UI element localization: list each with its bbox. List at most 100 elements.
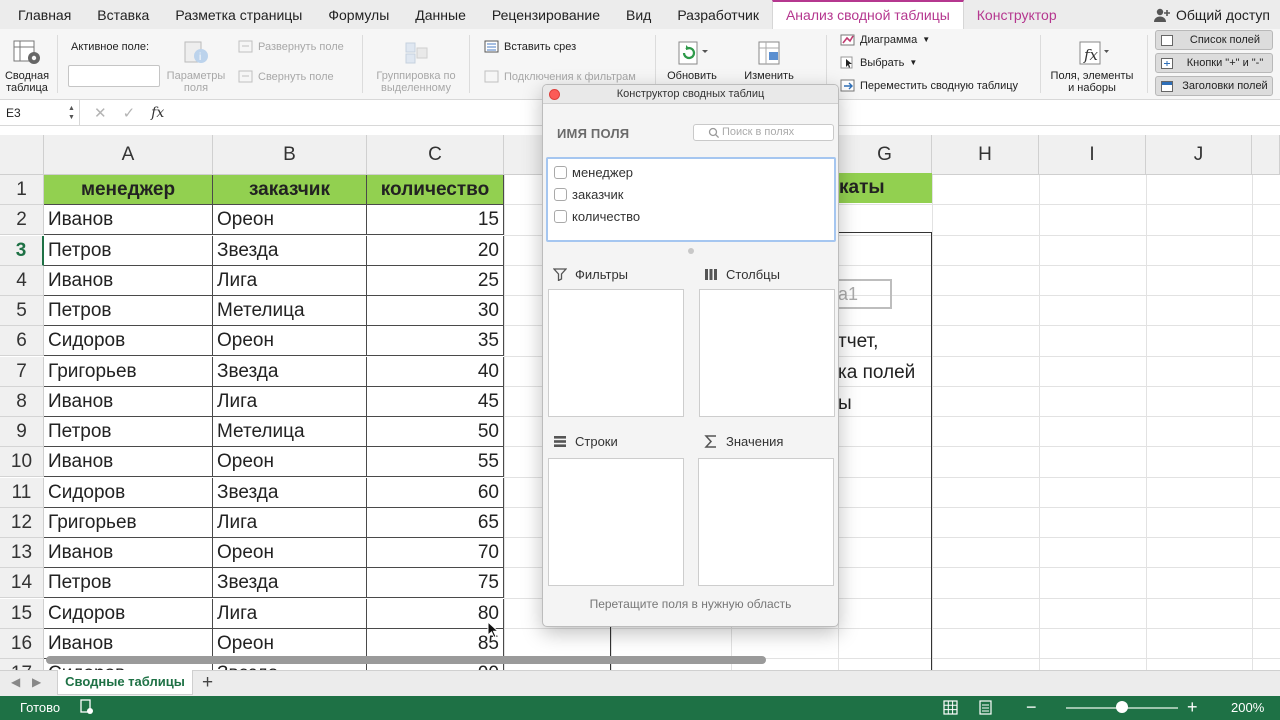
zoom-percentage[interactable]: 200%	[1231, 700, 1264, 715]
table-cell[interactable]: 35	[367, 326, 504, 357]
zoom-slider-knob[interactable]	[1116, 701, 1128, 713]
row-header-2[interactable]: 2	[0, 205, 44, 236]
change-source-button[interactable]: Изменить	[738, 39, 800, 82]
insert-function-icon[interactable]: fx	[151, 105, 164, 121]
move-pivot-button[interactable]: Переместить сводную таблицу	[840, 79, 1018, 92]
table-cell[interactable]: Метелица	[213, 296, 367, 326]
page-layout-view-icon[interactable]	[978, 700, 993, 715]
table-cell[interactable]: Звезда	[213, 356, 367, 387]
name-box-spinner-icon[interactable]: ▲ ▼	[68, 104, 75, 122]
table-cell[interactable]: Ореон	[213, 326, 367, 357]
macro-record-icon[interactable]	[80, 699, 94, 715]
field-checkbox[interactable]	[554, 187, 567, 201]
field-params-button[interactable]: i Параметры поля	[163, 39, 229, 94]
expand-field-button[interactable]: Развернуть поле	[238, 40, 344, 53]
table-header-cell[interactable]: заказчик	[213, 175, 367, 205]
tab-page-layout[interactable]: Разметка страницы	[162, 0, 315, 29]
row-header-9[interactable]: 9	[0, 417, 44, 447]
zoom-out-button[interactable]: −	[1026, 697, 1037, 718]
values-drop-area[interactable]	[698, 458, 834, 586]
sheet-tab-pivot-tables[interactable]: Сводные таблицы	[57, 670, 193, 695]
cancel-icon[interactable]: ✕	[94, 104, 107, 122]
rows-drop-area[interactable]	[548, 458, 684, 586]
sheet-next-arrow-icon[interactable]: ▶	[32, 675, 41, 689]
column-header-h[interactable]: H	[932, 135, 1039, 175]
table-cell[interactable]: 40	[367, 356, 504, 387]
table-cell[interactable]: Лига	[213, 507, 367, 538]
row-header-10[interactable]: 10	[0, 447, 44, 478]
refresh-button[interactable]: Обновить	[662, 39, 722, 82]
field-item-quantity[interactable]: количество	[554, 208, 640, 224]
tab-view[interactable]: Вид	[613, 0, 664, 29]
table-cell[interactable]: Петров	[44, 296, 213, 326]
row-header-13[interactable]: 13	[0, 538, 44, 568]
normal-view-icon[interactable]	[943, 700, 958, 715]
filters-drop-area[interactable]	[548, 289, 684, 417]
table-cell[interactable]: Петров	[44, 417, 213, 447]
row-header-4[interactable]: 4	[0, 265, 44, 296]
tab-review[interactable]: Рецензирование	[479, 0, 613, 29]
column-header-j[interactable]: J	[1146, 135, 1252, 175]
table-cell[interactable]: Лига	[213, 598, 367, 629]
table-cell[interactable]: Сидоров	[44, 326, 213, 357]
row-header-5[interactable]: 5	[0, 296, 44, 326]
column-header-c[interactable]: C	[367, 135, 504, 175]
table-cell[interactable]: Ореон	[213, 538, 367, 568]
row-header-16[interactable]: 16	[0, 628, 44, 659]
pivot-table-button[interactable]: Сводная таблица	[2, 39, 52, 94]
table-cell[interactable]: 30	[367, 296, 504, 326]
table-cell[interactable]: Иванов	[44, 205, 213, 236]
field-list-toggle[interactable]: Список полей	[1155, 30, 1273, 50]
fields-items-sets-button[interactable]: fx Поля, элементы и наборы	[1046, 39, 1138, 94]
row-header-15[interactable]: 15	[0, 598, 44, 629]
plus-minus-buttons-toggle[interactable]: Кнопки "+" и "-"	[1155, 53, 1273, 73]
field-item-manager[interactable]: менеджер	[554, 164, 633, 180]
table-cell[interactable]: Лига	[213, 386, 367, 417]
row-header-7[interactable]: 7	[0, 356, 44, 387]
field-search-input[interactable]: Поиск в полях	[693, 124, 834, 141]
tab-pivot-analyze[interactable]: Анализ сводной таблицы	[771, 0, 964, 29]
table-cell[interactable]: 15	[367, 205, 504, 236]
table-cell[interactable]: Звезда	[213, 568, 367, 599]
row-header-17[interactable]: 17	[0, 659, 44, 670]
table-cell[interactable]: Григорьев	[44, 356, 213, 387]
tab-developer[interactable]: Разработчик	[664, 0, 772, 29]
table-cell[interactable]: 55	[367, 447, 504, 478]
select-button[interactable]: Выбрать ▼	[840, 56, 917, 69]
tab-home[interactable]: Главная	[0, 0, 84, 29]
table-cell[interactable]: 50	[367, 417, 504, 447]
dialog-close-button[interactable]	[549, 89, 560, 100]
row-header-3[interactable]: 3	[0, 235, 44, 266]
table-cell[interactable]: Иванов	[44, 386, 213, 417]
table-cell[interactable]: Иванов	[44, 265, 213, 296]
table-cell[interactable]: Иванов	[44, 538, 213, 568]
share-button[interactable]: Общий доступ	[1153, 0, 1270, 29]
group-selection-button[interactable]: Группировка по выделенному	[370, 39, 462, 94]
table-cell[interactable]: Петров	[44, 568, 213, 599]
table-cell[interactable]: Сидоров	[44, 598, 213, 629]
row-header-6[interactable]: 6	[0, 326, 44, 357]
table-cell[interactable]: 70	[367, 538, 504, 568]
field-headers-toggle[interactable]: Заголовки полей	[1155, 76, 1273, 96]
add-sheet-button[interactable]: +	[202, 672, 213, 694]
enter-icon[interactable]: ✓	[123, 104, 136, 122]
table-cell[interactable]: Сидоров	[44, 477, 213, 508]
row-header-14[interactable]: 14	[0, 568, 44, 599]
select-all-corner[interactable]	[0, 135, 44, 175]
table-cell[interactable]: 75	[367, 568, 504, 599]
tab-design[interactable]: Конструктор	[964, 0, 1070, 29]
pane-splitter-handle[interactable]	[688, 248, 694, 254]
table-cell[interactable]: Ореон	[213, 628, 367, 659]
table-cell[interactable]: Звезда	[213, 235, 367, 266]
table-cell[interactable]: Ореон	[213, 205, 367, 236]
table-cell[interactable]: Иванов	[44, 628, 213, 659]
table-cell[interactable]: 80	[367, 598, 504, 629]
column-header-b[interactable]: B	[213, 135, 367, 175]
table-cell[interactable]: Петров	[44, 235, 213, 266]
field-checkbox[interactable]	[554, 209, 567, 223]
field-checkbox[interactable]	[554, 165, 567, 179]
insert-slicer-button[interactable]: Вставить срез	[484, 40, 576, 53]
chart-button[interactable]: Диаграмма ▼	[840, 33, 930, 46]
column-header-a[interactable]: A	[44, 135, 213, 175]
table-cell[interactable]: Иванов	[44, 447, 213, 478]
